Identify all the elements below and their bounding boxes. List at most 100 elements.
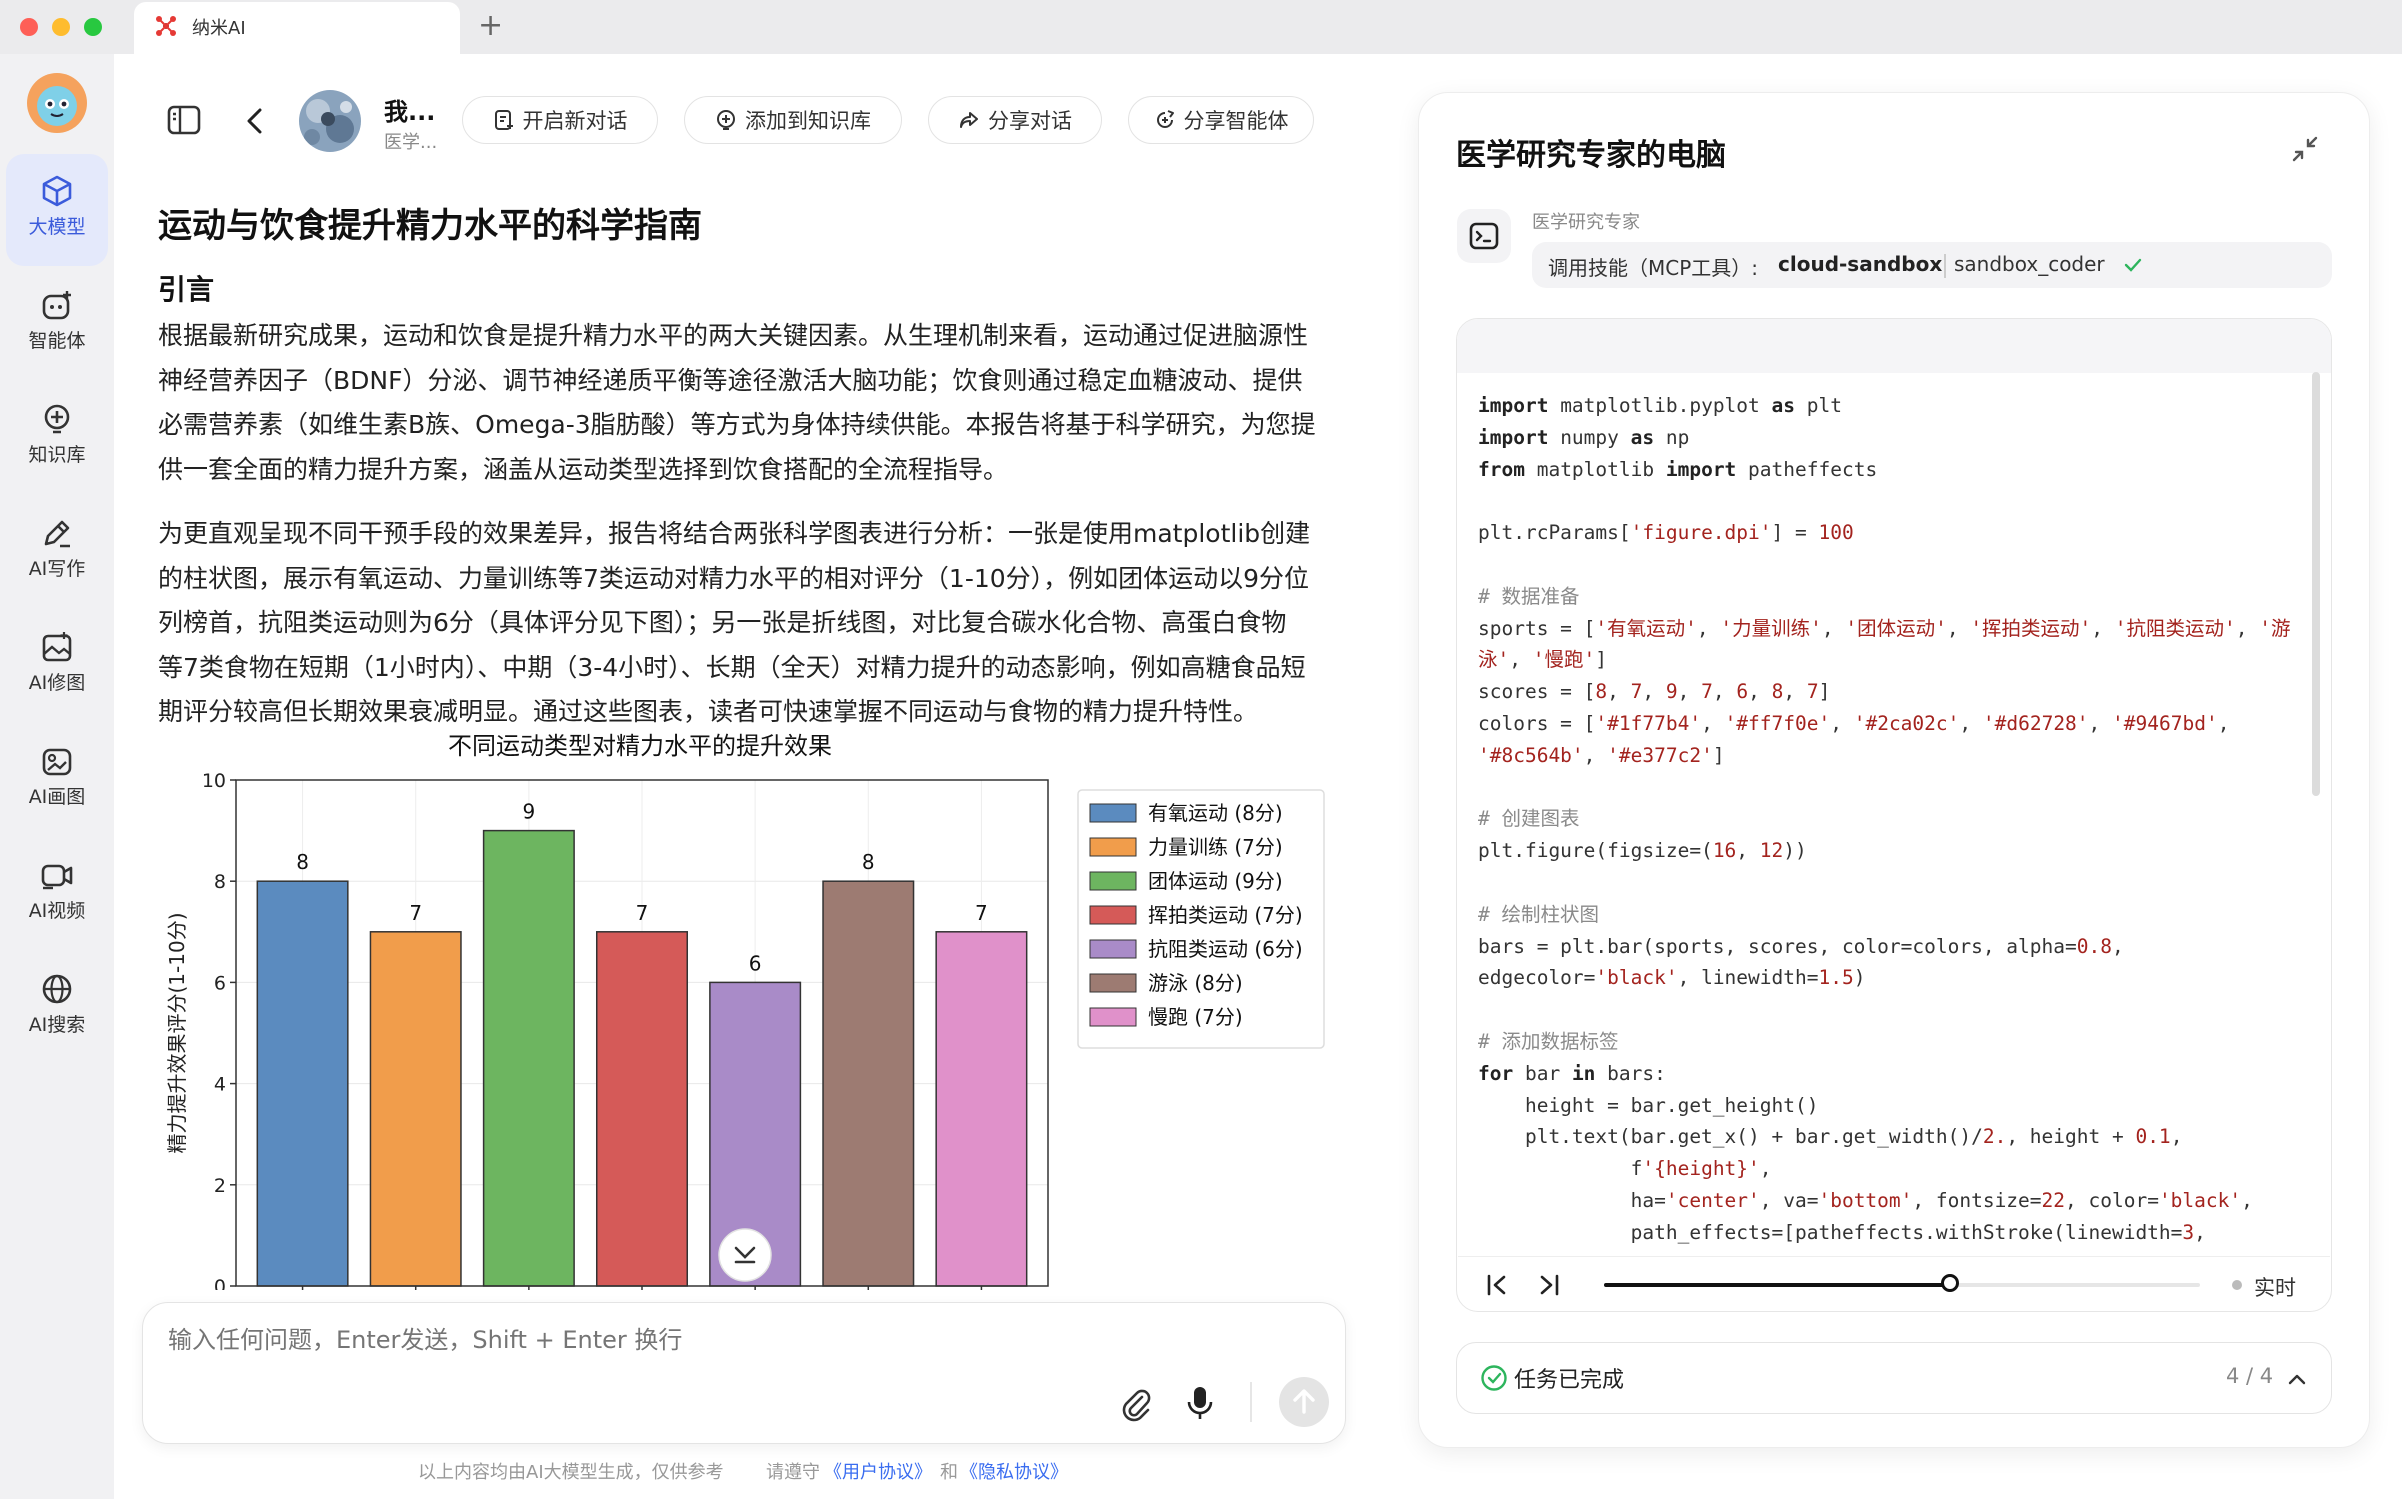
tool-name: cloud-sandbox: [1778, 252, 1943, 276]
legend-label: 抗阻类运动 (6分): [1148, 937, 1303, 961]
progress-track[interactable]: [1604, 1274, 2200, 1292]
privacy-link[interactable]: 《隐私协议》: [960, 1458, 1068, 1484]
sidebar-item-label: 大模型: [28, 216, 86, 238]
bar-value-label: 7: [636, 901, 649, 925]
paragraph-line: 期评分较高但长期效果衰减明显。通过这些图表，读者可快速掌握不同运动与食物的精力提…: [158, 697, 1259, 726]
y-tick-label: 4: [214, 1074, 226, 1096]
video-icon: [41, 864, 73, 890]
bar-chart-svg: 不同运动类型对精力水平的提升效果 8 7 9 7 6 8 7 0 2 4 6 8 10 精力提升效果评…: [165, 732, 1325, 1298]
avatar[interactable]: [26, 72, 88, 134]
back-arrow-icon[interactable]: [240, 104, 270, 138]
bar: [595, 931, 689, 1287]
new-chat-icon: [494, 110, 513, 130]
bar-value-label: 8: [862, 850, 875, 874]
legend-label: 力量训练 (7分): [1148, 835, 1283, 859]
bar-value-label: 9: [522, 800, 535, 824]
microphone-icon[interactable]: [1182, 1384, 1218, 1422]
legend-swatch: [1089, 1007, 1137, 1027]
sidebar-item-label: AI搜索: [28, 1014, 86, 1036]
sidebar-item-search[interactable]: AI搜索: [6, 952, 108, 1064]
attachment-icon[interactable]: [1118, 1386, 1154, 1422]
y-tick-label: 0: [214, 1276, 226, 1290]
tool-label: 调用技能（MCP工具）:: [1548, 256, 1759, 280]
y-axis-label: 精力提升效果评分(1-10分): [165, 913, 189, 1154]
sidebar-item-image-edit[interactable]: AI修图: [6, 610, 108, 722]
paragraph-line: 神经营养因子（BDNF）分泌、调节神经递质平衡等途径激活大脑功能；饮食则通过稳定…: [158, 365, 1303, 395]
progress-handle[interactable]: [1940, 1274, 1959, 1292]
panel-title: 医学研究专家的电脑: [1456, 138, 1726, 173]
collapse-icon[interactable]: [2290, 134, 2320, 164]
browser-tab[interactable]: [134, 2, 460, 54]
new-chat-button[interactable]: 开启新对话: [462, 96, 658, 144]
legend-swatch: [1089, 871, 1137, 891]
bar-chart: 不同运动类型对精力水平的提升效果 8 7 9 7 6 8 7 0 2 4 6 8 10 精力提升效果评…: [150, 730, 1340, 1298]
sidebar-item-label: 智能体: [28, 330, 86, 352]
image-edit-icon: [42, 632, 72, 662]
legend-label: 有氧运动 (8分): [1148, 801, 1283, 825]
sidebar-item-label: AI视频: [28, 900, 86, 922]
legend-swatch: [1089, 939, 1137, 959]
intro-paragraph: 根据最新研究成果，运动和饮食是提升精力水平的两大关键因素。从生理机制来看，运动通…: [158, 314, 1338, 492]
sidebar-item-painting[interactable]: AI画图: [6, 724, 108, 836]
bar-value-label: 8: [296, 850, 309, 874]
legend-swatch: [1089, 803, 1137, 823]
paragraph-line: 列榜首，抗阻类运动则为6分（具体评分见下图）；另一张是折线图，对比复合碳水化合物…: [158, 608, 1287, 637]
pen-icon: [44, 520, 70, 548]
y-tick-label: 8: [214, 871, 226, 893]
sidebar-item-label: AI修图: [28, 672, 86, 694]
sidebar-item-model[interactable]: 大模型: [6, 154, 108, 266]
sidebar-item-video[interactable]: AI视频: [6, 838, 108, 950]
globe-icon: [42, 974, 72, 1004]
share-chat-button[interactable]: 分享对话: [928, 96, 1102, 144]
agree-text: 请遵守: [766, 1462, 820, 1483]
legend-swatch: [1089, 837, 1137, 857]
legend-label: 团体运动 (9分): [1148, 869, 1283, 893]
tab-title: 纳米AI: [192, 18, 246, 39]
code-viewer-header: [1457, 319, 2331, 373]
bar: [822, 880, 915, 1287]
sidebar-item-agent[interactable]: 智能体: [6, 268, 108, 380]
bar: [935, 931, 1028, 1287]
maximize-window-button[interactable]: [84, 18, 102, 36]
add-to-knowledge-button[interactable]: 添加到知识库: [684, 96, 902, 144]
user-agreement-link[interactable]: 《用户协议》: [824, 1458, 932, 1484]
paint-icon: [42, 748, 72, 776]
bar-value-label: 7: [409, 901, 422, 925]
send-button[interactable]: [1278, 1376, 1330, 1428]
bar-value-label: 7: [975, 901, 988, 925]
task-count: 4 / 4: [2226, 1364, 2274, 1388]
chevron-up-icon[interactable]: [2286, 1368, 2308, 1390]
disclaimer-text: 以上内容均由AI大模型生成，仅供参考: [418, 1462, 724, 1483]
check-circle-icon: [1481, 1365, 1507, 1391]
toggle-sidebar-icon[interactable]: [166, 102, 202, 138]
sidebar-item-writing[interactable]: AI写作: [6, 496, 108, 608]
code-scrollbar[interactable]: [2312, 372, 2320, 796]
add-to-knowledge-label: 添加到知识库: [745, 109, 871, 133]
live-dot: [2232, 1280, 2242, 1290]
chat-input[interactable]: [166, 1318, 1170, 1362]
skip-back-icon[interactable]: [1484, 1272, 1510, 1298]
bar: [256, 880, 349, 1287]
paragraph-line: 根据最新研究成果，运动和饮食是提升精力水平的两大关键因素。从生理机制来看，运动通…: [158, 321, 1309, 350]
skip-forward-icon[interactable]: [1536, 1272, 1562, 1298]
share-agent-button[interactable]: 分享智能体: [1128, 96, 1314, 144]
share-agent-label: 分享智能体: [1183, 109, 1289, 133]
live-label[interactable]: 实时: [2254, 1272, 2296, 1302]
task-status-text: 任务已完成: [1514, 1368, 1625, 1393]
nano-logo-icon: [156, 16, 176, 36]
new-tab-button[interactable]: +: [478, 8, 503, 43]
close-window-button[interactable]: [20, 18, 38, 36]
code-block: import matplotlib.pyplot as plt import n…: [1478, 394, 2291, 1244]
chart-title: 不同运动类型对精力水平的提升效果: [448, 732, 832, 760]
knowledge-icon: [44, 404, 70, 434]
share-icon: [960, 112, 978, 128]
sidebar-item-knowledge[interactable]: 知识库: [6, 382, 108, 494]
y-tick-label: 6: [214, 972, 226, 994]
minimize-window-button[interactable]: [52, 18, 70, 36]
cube-icon: [42, 175, 72, 207]
sidebar-item-label: AI画图: [28, 786, 86, 808]
scroll-to-bottom-button[interactable]: [718, 1228, 772, 1282]
check-icon: [2124, 258, 2142, 272]
legend-label: 挥拍类运动 (7分): [1148, 903, 1303, 927]
agent-avatar: [299, 90, 361, 152]
